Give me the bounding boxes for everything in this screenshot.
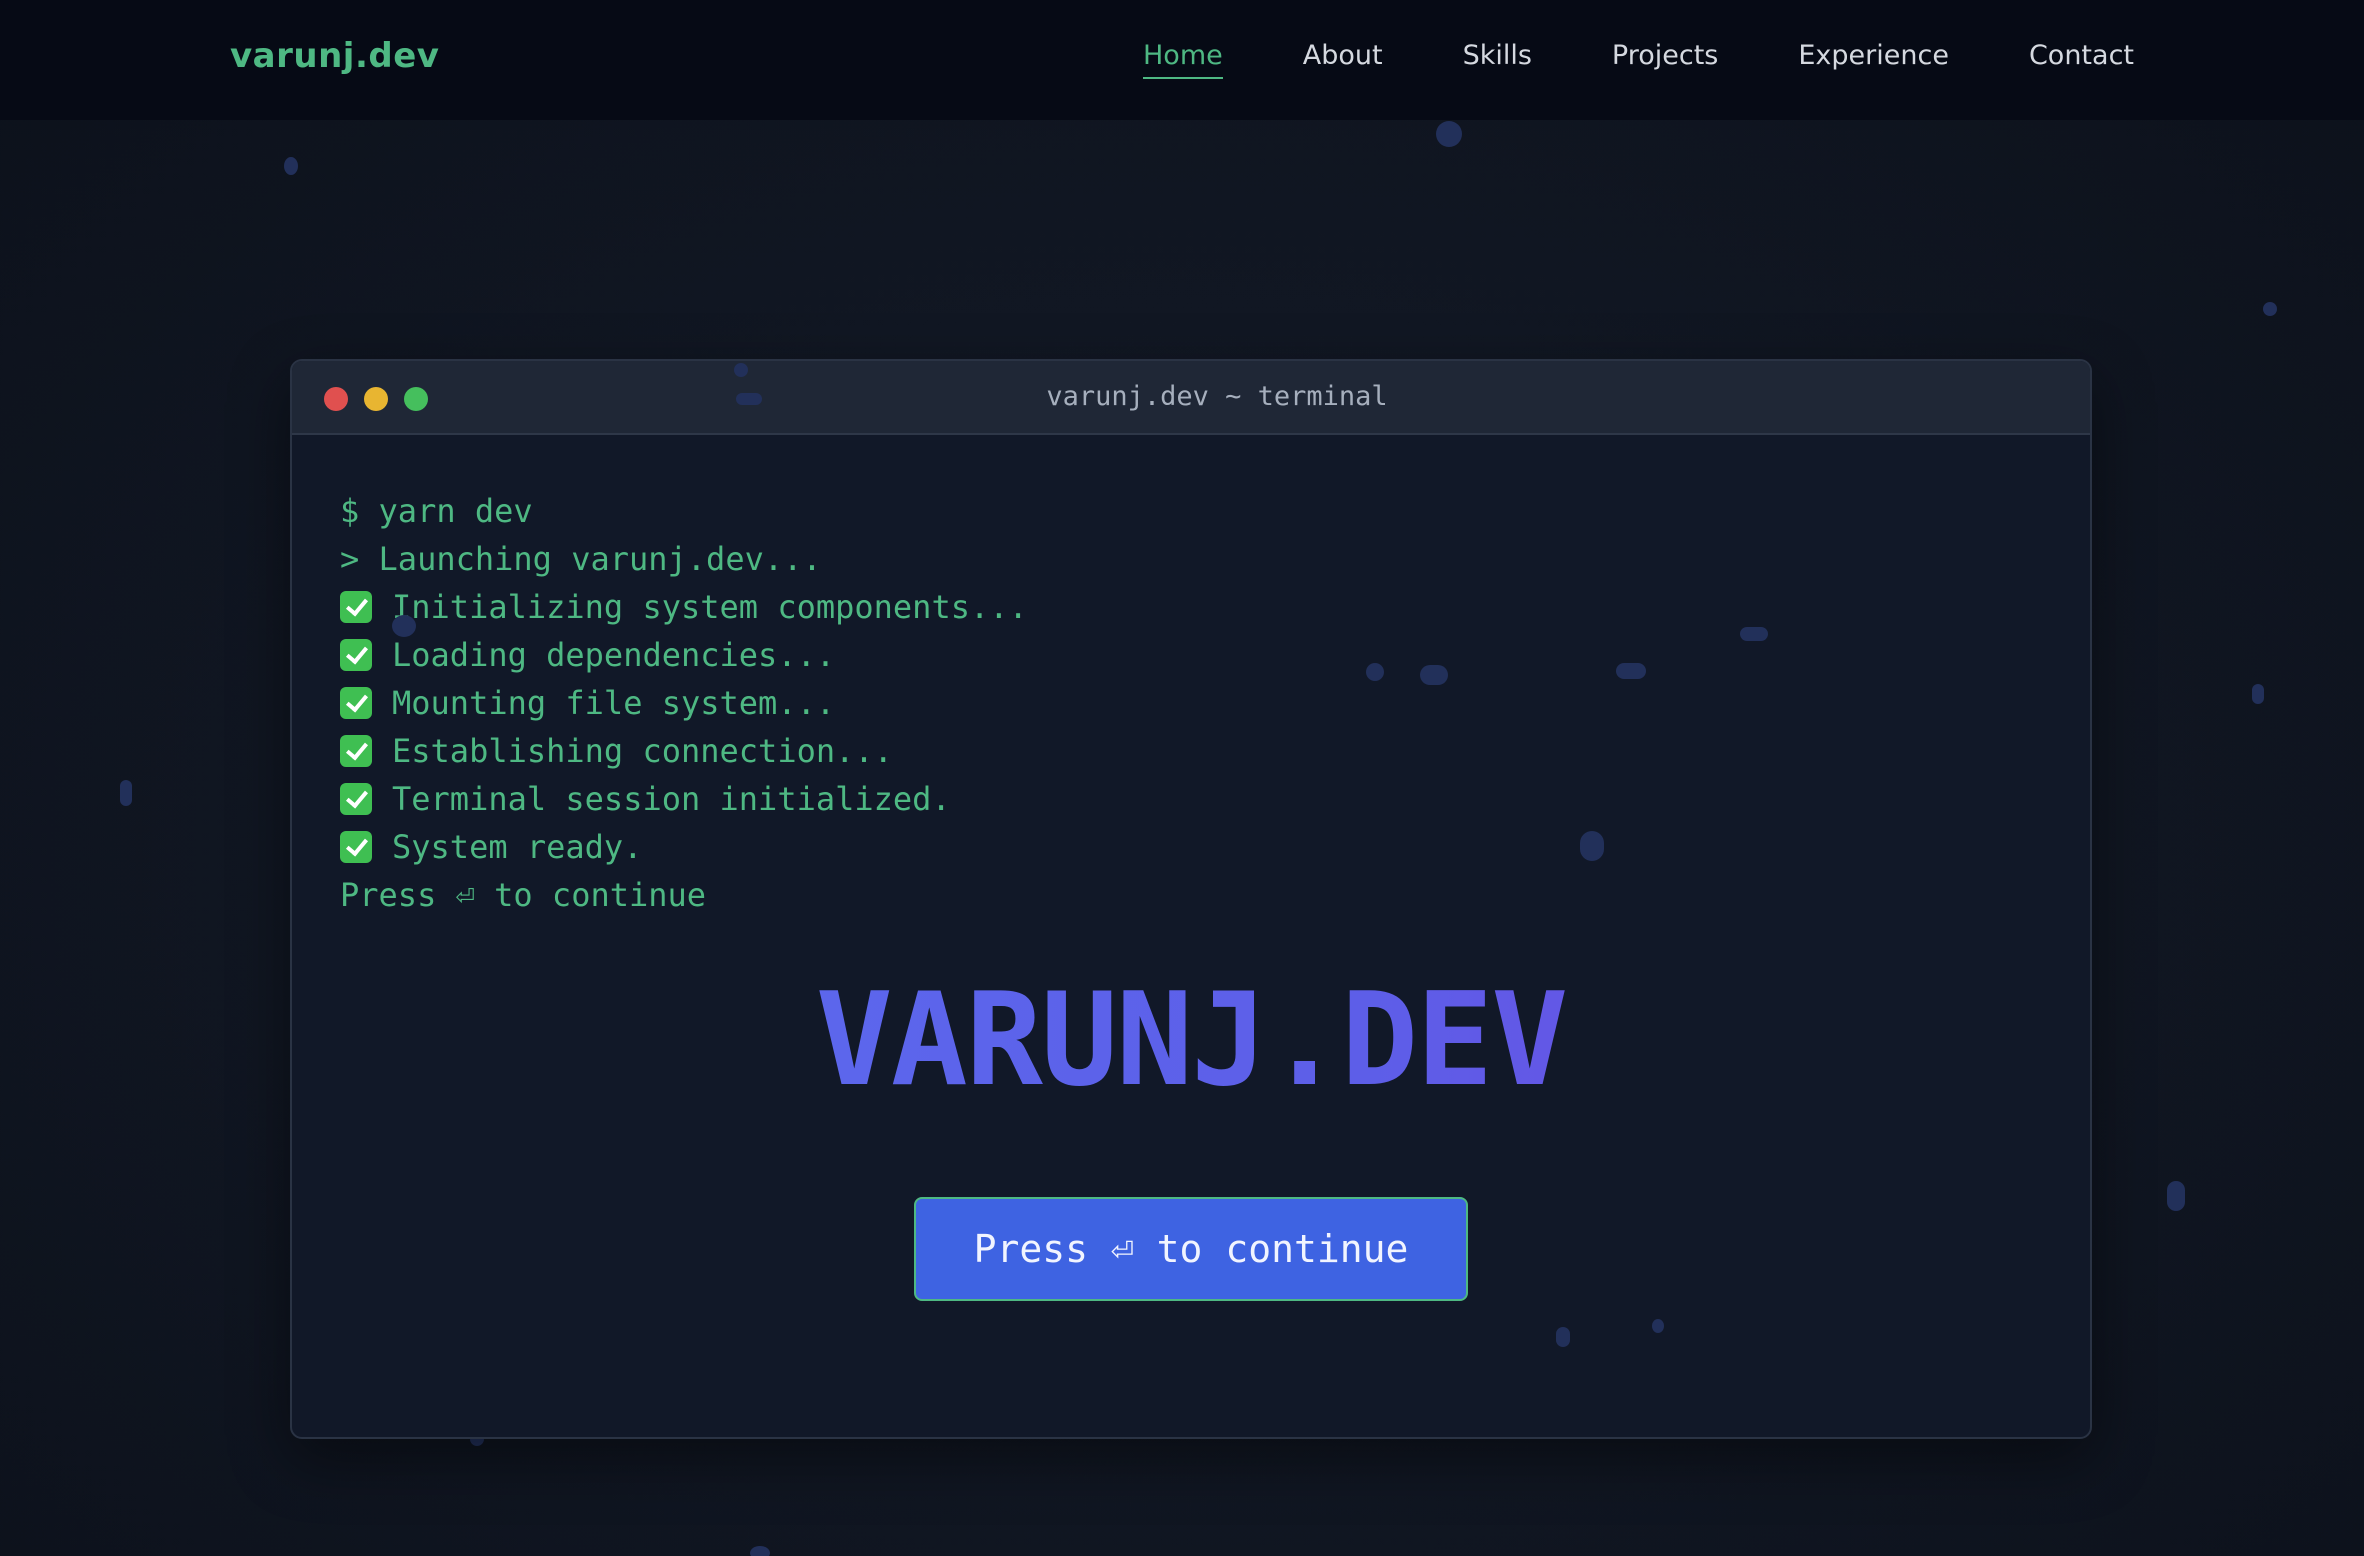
nav-link-projects[interactable]: Projects (1612, 40, 1718, 79)
headline: VARUNJ.DEV (292, 971, 2090, 1111)
check-icon (340, 687, 372, 719)
terminal-line-text: Initializing system components... (392, 588, 1028, 626)
background-particle (392, 615, 416, 637)
terminal-titlebar: varunj.dev ~ terminal (292, 361, 2090, 435)
terminal-line-text: Terminal session initialized. (392, 780, 951, 818)
terminal-line-text: Press ⏎ to continue (340, 876, 707, 914)
background-particle (1580, 831, 1604, 861)
nav-link-about[interactable]: About (1303, 40, 1383, 79)
terminal-output: $ yarn dev > Launching varunj.dev... Ini… (340, 487, 1028, 919)
check-icon (340, 639, 372, 671)
background-particle (1652, 1319, 1664, 1333)
terminal-line-text: System ready. (392, 828, 643, 866)
background-particle (2252, 684, 2264, 704)
terminal-line: > Launching varunj.dev... (340, 535, 1028, 583)
navbar: varunj.dev Home About Skills Projects Ex… (0, 0, 2364, 120)
check-icon (340, 735, 372, 767)
terminal-window: varunj.dev ~ terminal $ yarn dev > Launc… (290, 359, 2092, 1439)
background-particle (1616, 663, 1646, 679)
terminal-line-text: $ yarn dev (340, 492, 533, 530)
background-particle (1556, 1327, 1570, 1347)
terminal-line: Loading dependencies... (340, 631, 1028, 679)
background-particle (750, 1546, 770, 1556)
background-particle (734, 363, 748, 377)
terminal-line: Establishing connection... (340, 727, 1028, 775)
terminal-line: Initializing system components... (340, 583, 1028, 631)
terminal-line-text: Loading dependencies... (392, 636, 836, 674)
background-particle (1436, 121, 1462, 147)
terminal-line: Mounting file system... (340, 679, 1028, 727)
nav-link-experience[interactable]: Experience (1798, 40, 1949, 79)
terminal-line: System ready. (340, 823, 1028, 871)
nav-link-home[interactable]: Home (1143, 40, 1223, 79)
background-particle (736, 393, 762, 405)
terminal-line: Terminal session initialized. (340, 775, 1028, 823)
check-icon (340, 783, 372, 815)
background-particle (2263, 302, 2277, 316)
terminal-title: varunj.dev ~ terminal (1046, 381, 1388, 412)
background-particle (1740, 627, 1768, 641)
background-particle (120, 780, 132, 806)
nav-link-skills[interactable]: Skills (1463, 40, 1532, 79)
terminal-line: $ yarn dev (340, 487, 1028, 535)
background-particle (1366, 663, 1384, 681)
continue-button[interactable]: Press ⏎ to continue (914, 1197, 1468, 1301)
background-particle (284, 157, 298, 175)
brand-logo[interactable]: varunj.dev (230, 36, 439, 76)
check-icon (340, 591, 372, 623)
terminal-line: Press ⏎ to continue (340, 871, 1028, 919)
background-particle (1420, 665, 1448, 685)
nav-link-contact[interactable]: Contact (2029, 40, 2134, 79)
terminal-line-text: Establishing connection... (392, 732, 893, 770)
terminal-line-text: Mounting file system... (392, 684, 836, 722)
check-icon (340, 831, 372, 863)
terminal-line-text: > Launching varunj.dev... (340, 540, 822, 578)
background-particle (2167, 1181, 2185, 1211)
nav-links: Home About Skills Projects Experience Co… (1063, 40, 2134, 79)
